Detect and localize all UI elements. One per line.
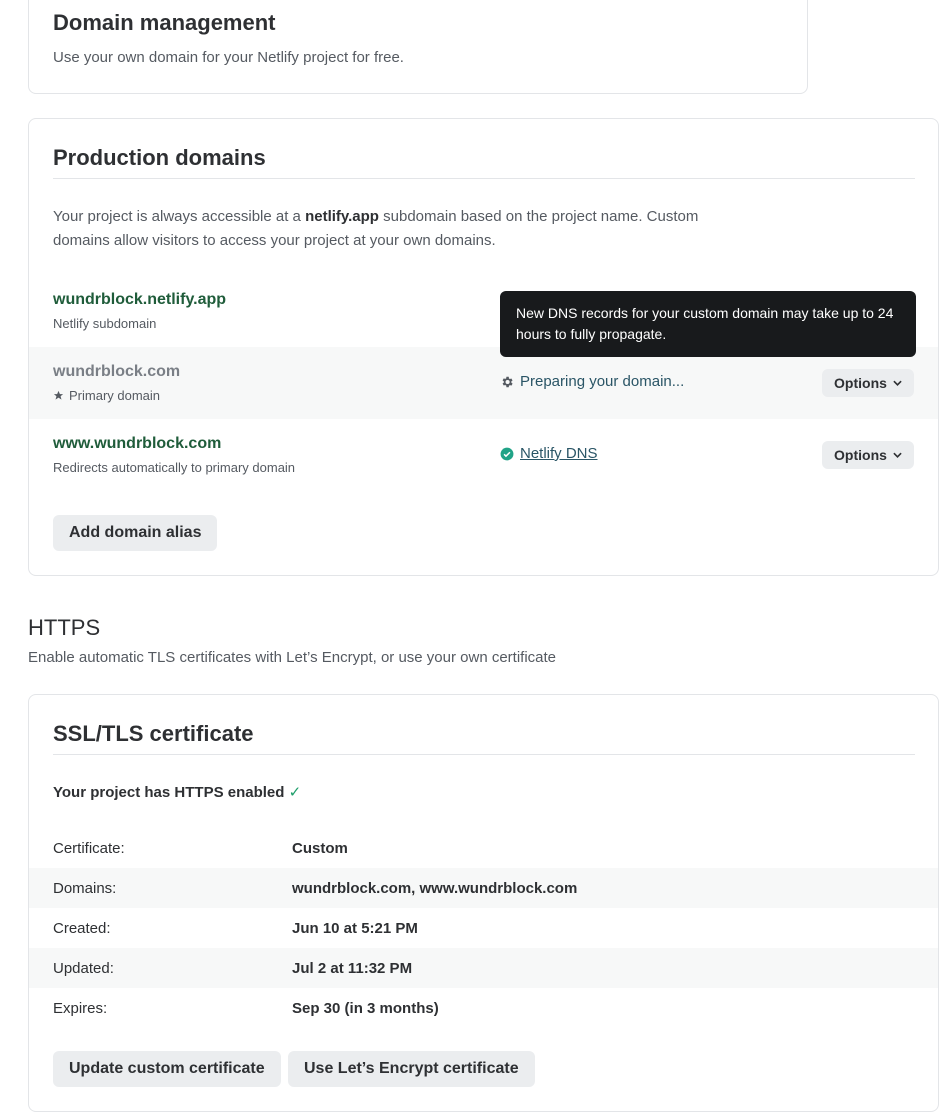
domain-name-link[interactable]: www.wundrblock.com [53,435,221,453]
https-enabled-status: Your project has HTTPS enabled ✓ [53,784,302,801]
options-button[interactable]: Options [822,369,914,397]
domain-status-dns: Netlify DNS [500,445,598,462]
netlify-dns-link[interactable]: Netlify DNS [520,445,598,462]
check-circle-icon [500,447,514,460]
domain-management-title: Domain management [53,10,276,35]
chevron-down-icon [893,452,902,458]
domain-row-primary: wundrblock.com Primary domain Preparing … [29,347,938,419]
dns-propagation-tooltip: New DNS records for your custom domain m… [500,291,916,357]
domain-subtitle: Redirects automatically to primary domai… [53,460,296,475]
check-icon: ✓ [288,784,302,801]
divider [53,754,915,755]
cert-label: Updated: [53,959,114,977]
domain-subtitle: Primary domain [53,388,160,403]
domain-management-card: Domain management Use your own domain fo… [28,0,808,94]
cert-label: Certificate: [53,839,125,857]
add-domain-alias-button[interactable]: Add domain alias [53,515,218,551]
cert-row-expires: Expires: Sep 30 (in 3 months) [29,988,938,1028]
options-button[interactable]: Options [822,441,914,469]
cert-row-created: Created: Jun 10 at 5:21 PM [29,908,938,948]
update-custom-certificate-button[interactable]: Update custom certificate [53,1051,281,1087]
domain-name-link[interactable]: wundrblock.netlify.app [53,291,226,309]
domain-status-preparing: Preparing your domain... [500,373,684,390]
production-domains-card: Production domains Your project is alway… [28,118,939,576]
domain-subtitle: Netlify subdomain [53,316,157,331]
cert-value: Jun 10 at 5:21 PM [292,919,418,937]
cert-label: Domains: [53,879,117,897]
cert-row-certificate: Certificate: Custom [29,828,938,868]
chevron-down-icon [893,380,902,386]
ssl-title: SSL/TLS certificate [53,721,254,746]
cert-value: Jul 2 at 11:32 PM [292,959,413,977]
cert-value: Sep 30 (in 3 months) [292,999,439,1017]
use-letsencrypt-certificate-button[interactable]: Use Let’s Encrypt certificate [288,1051,535,1087]
domain-name-link[interactable]: wundrblock.com [53,363,180,381]
cert-value: wundrblock.com, www.wundrblock.com [292,879,578,897]
ssl-certificate-card: SSL/TLS certificate Your project has HTT… [28,694,939,1112]
cert-label: Created: [53,919,111,937]
cert-label: Expires: [53,999,108,1017]
star-icon [53,390,64,400]
production-domains-description: Your project is always accessible at a n… [53,208,699,249]
domain-row-www: www.wundrblock.com Redirects automatical… [29,419,938,491]
domain-management-description: Use your own domain for your Netlify pro… [53,49,404,66]
cert-row-updated: Updated: Jul 2 at 11:32 PM [29,948,938,988]
gear-icon [502,376,513,387]
cert-value: Custom [292,839,348,857]
https-section-title: HTTPS [28,615,101,640]
divider [53,178,915,179]
cert-row-domains: Domains: wundrblock.com, www.wundrblock.… [29,868,938,908]
https-section-description: Enable automatic TLS certificates with L… [28,649,557,666]
production-domains-title: Production domains [53,145,266,170]
